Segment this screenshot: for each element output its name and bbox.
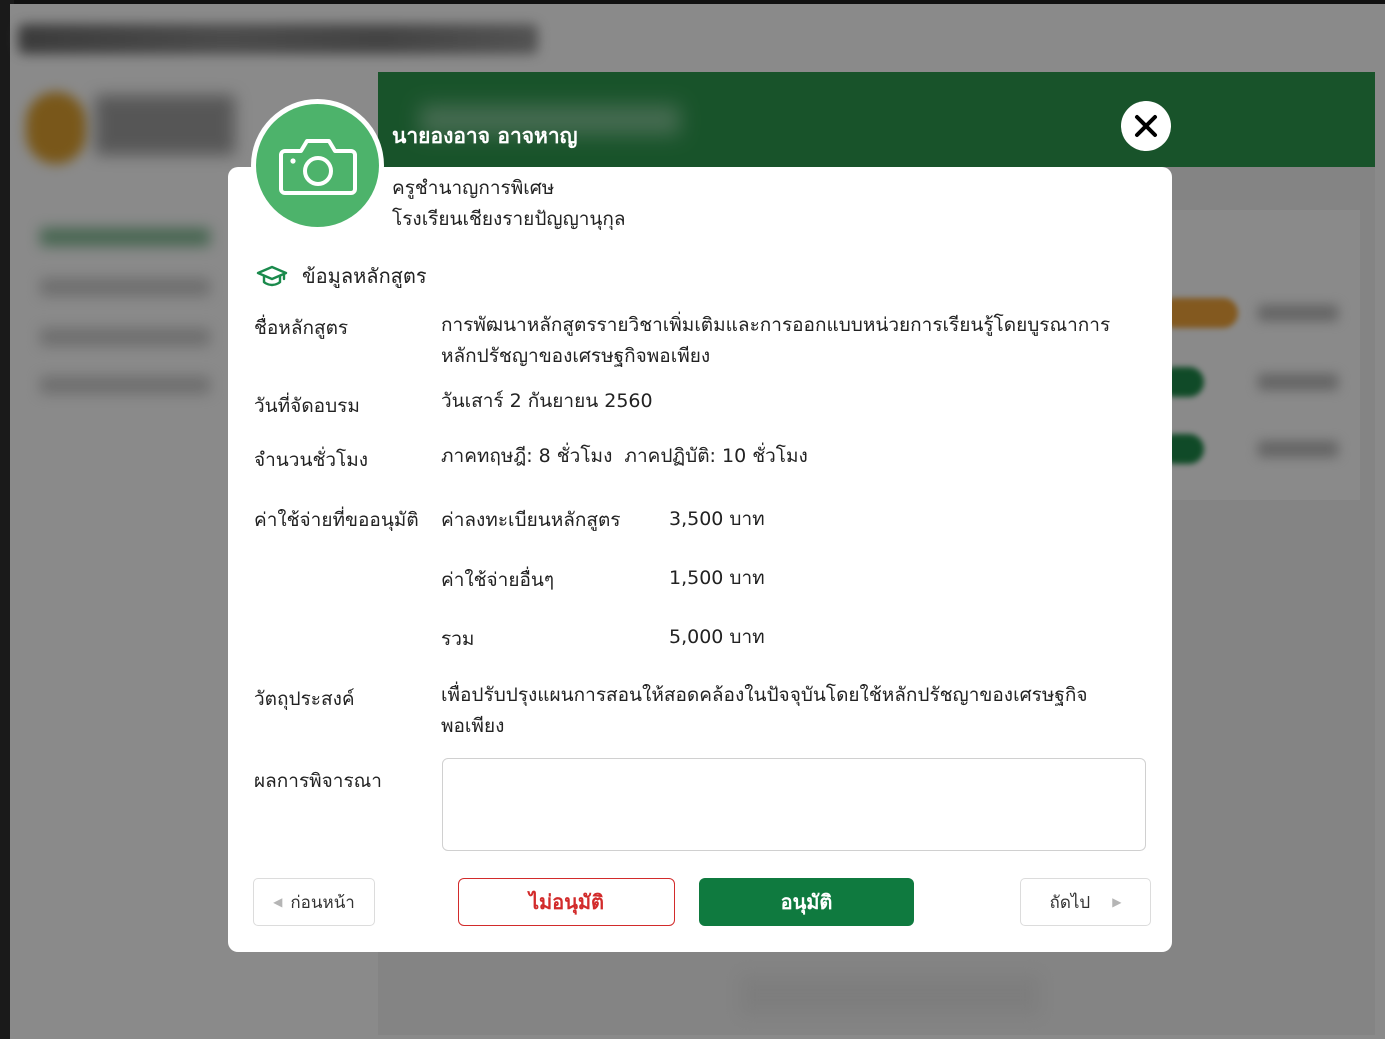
approve-button[interactable]: อนุมัติ [699,878,914,926]
camera-icon [278,138,357,195]
cost-item-label: ค่าใช้จ่ายอื่นๆ [441,569,555,591]
objective-line: เพื่อปรับปรุงแผนการสอนให้สอดคล้องในปัจจุ… [441,684,1088,706]
objective-line: พอเพียง [441,715,505,737]
cost-item-label: ค่าลงทะเบียนหลักสูตร [441,509,621,531]
teacher-school: โรงเรียนเชียงรายปัญญานุกุล [392,208,626,230]
cost-item-value: 3,500 บาท [669,508,765,530]
cost-label: ค่าใช้จ่ายที่ขออนุมัติ [254,509,419,531]
result-textarea[interactable] [442,758,1146,851]
avatar[interactable] [251,99,384,232]
section-title: ข้อมูลหลักสูตร [302,264,427,288]
close-button[interactable] [1121,101,1171,151]
teacher-position: ครูชำนาญการพิเศษ [392,177,555,199]
course-name-label: ชื่อหลักสูตร [254,317,349,339]
chevron-left-icon: ◀ [273,895,283,909]
training-date-value: วันเสาร์ 2 กันยายน 2560 [441,390,653,412]
hours-label: จำนวนชั่วโมง [254,449,369,471]
cost-total-value: 5,000 บาท [669,626,765,648]
cost-total-label: รวม [441,628,475,650]
graduation-cap-icon [256,265,288,287]
objective-label: วัตถุประสงค์ [254,688,355,710]
objective-value: เพื่อปรับปรุงแผนการสอนให้สอดคล้องในปัจจุ… [441,680,1088,742]
reject-button[interactable]: ไม่อนุมัติ [458,878,675,926]
section-header: ข้อมูลหลักสูตร [256,260,427,292]
course-name-line: หลักปรัชญาของเศรษฐกิจพอเพียง [441,345,711,367]
previous-button[interactable]: ◀ ก่อนหน้า [253,878,375,926]
chevron-right-icon: ▶ [1112,895,1122,909]
cost-item-value: 1,500 บาท [669,567,765,589]
training-date-label: วันที่จัดอบรม [254,395,360,417]
next-button[interactable]: ถัดไป ▶ [1020,878,1151,926]
next-button-label: ถัดไป [1049,892,1091,913]
course-name-value: การพัฒนาหลักสูตรรายวิชาเพิ่มเติมและการออ… [441,310,1110,372]
avatar-circle [256,104,379,227]
result-label: ผลการพิจารณา [254,770,382,792]
previous-button-label: ก่อนหน้า [290,892,355,913]
hours-value: ภาคทฤษฎี: 8 ชั่วโมง ภาคปฏิบัติ: 10 ชั่วโ… [441,445,808,467]
course-name-line: การพัฒนาหลักสูตรรายวิชาเพิ่มเติมและการออ… [441,314,1111,336]
teacher-name: นายองอาจ อาจหาญ [392,124,578,148]
close-icon [1135,115,1157,137]
